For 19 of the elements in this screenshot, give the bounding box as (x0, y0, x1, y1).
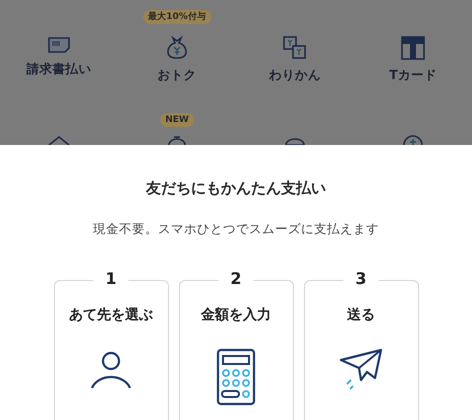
sheet-title: 友だちにもかんたん支払い (144, 178, 327, 199)
menu-label[interactable]: 請求書払い (26, 60, 92, 79)
sheet-subtitle: 現金不要。スマホひとつでスムーズに支払えます (92, 220, 380, 238)
plus-circle-icon[interactable] (402, 135, 424, 145)
invoice-icon[interactable] (48, 36, 70, 54)
money-bag-icon[interactable] (166, 36, 188, 60)
step-label: 金額を入力 (201, 306, 271, 326)
yen-cards-icon[interactable] (283, 36, 307, 60)
home-icon[interactable] (48, 135, 70, 145)
paper-plane-icon (339, 348, 383, 392)
menu-label[interactable]: Tカード (389, 66, 437, 85)
t-card-icon[interactable] (401, 36, 425, 60)
step-label: 送る (347, 306, 375, 326)
step-label: あて先を選ぶ (69, 306, 153, 326)
badge: NEW (160, 113, 194, 127)
badge: 最大10%付与 (143, 10, 211, 24)
menu-label[interactable]: わりかん (269, 66, 321, 85)
menu-label[interactable]: おトク (158, 66, 196, 85)
calculator-icon (216, 348, 256, 406)
